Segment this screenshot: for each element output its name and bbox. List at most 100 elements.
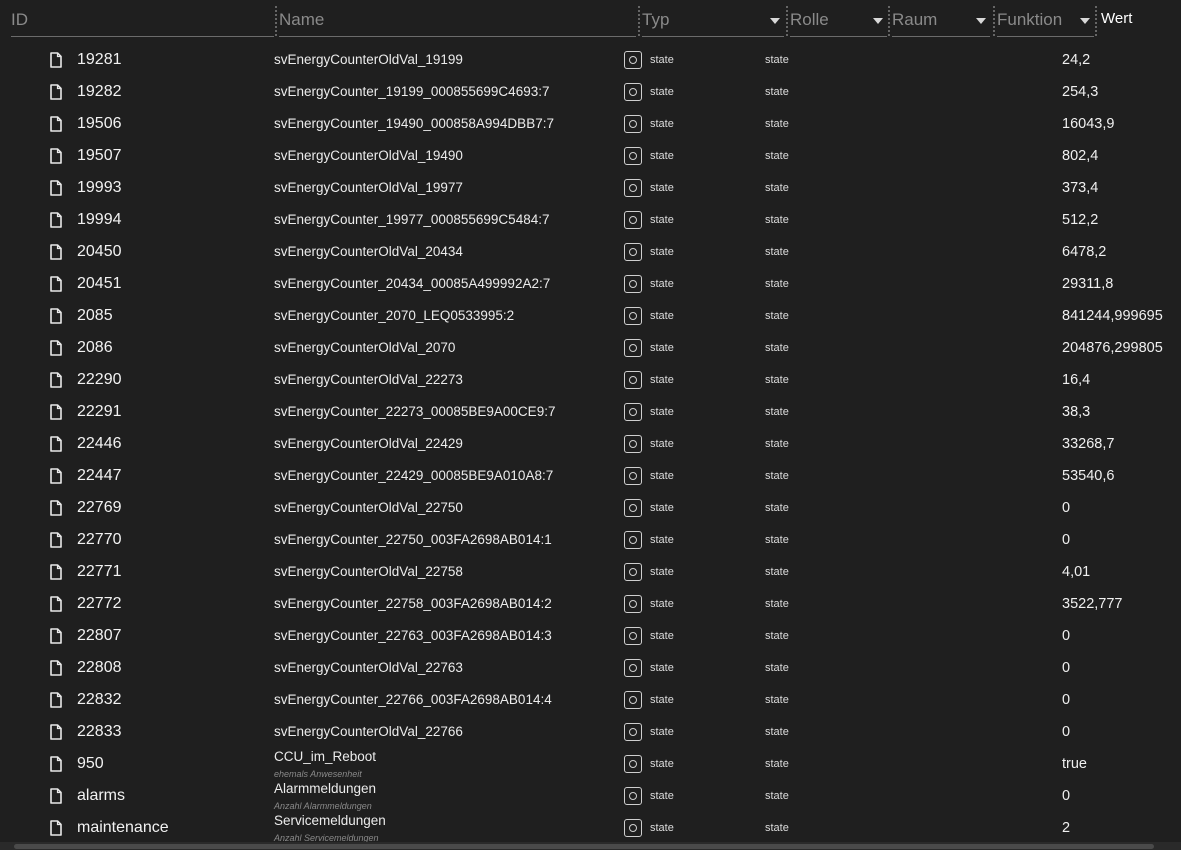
role-filter-select[interactable] [790, 6, 867, 34]
object-role: state [765, 54, 789, 66]
object-id: 22770 [77, 531, 122, 548]
object-name: svEnergyCounter_22273_00085BE9A00CE9:7 [274, 404, 556, 419]
file-icon [50, 564, 62, 580]
object-name: svEnergyCounter_22429_00085BE9A010A8:7 [274, 468, 554, 483]
name-filter-column [275, 6, 636, 37]
object-role: state [765, 534, 789, 546]
object-value[interactable]: 841244,999695 [1062, 308, 1163, 324]
table-row[interactable]: 22832 svEnergyCounter_22766_003FA2698AB01… [0, 684, 1181, 716]
object-value[interactable]: 2 [1062, 820, 1070, 836]
chevron-down-icon[interactable] [976, 18, 986, 24]
object-type: state [650, 54, 674, 66]
file-icon [50, 308, 62, 324]
column-resize-handle[interactable] [1095, 6, 1099, 36]
state-type-icon [624, 563, 642, 581]
file-icon [50, 404, 62, 420]
table-row[interactable]: 19506 svEnergyCounter_19490_000858A994DBB… [0, 108, 1181, 140]
chevron-down-icon[interactable] [873, 18, 883, 24]
table-row[interactable]: 22290 svEnergyCounterOldVal_22273 state sta… [0, 364, 1181, 396]
table-row[interactable]: 22808 svEnergyCounterOldVal_22763 state sta… [0, 652, 1181, 684]
object-value[interactable]: 53540,6 [1062, 468, 1114, 484]
table-row[interactable]: 22447 svEnergyCounter_22429_00085BE9A010A… [0, 460, 1181, 492]
table-row[interactable]: 22771 svEnergyCounterOldVal_22758 state sta… [0, 556, 1181, 588]
object-type: state [650, 374, 674, 386]
table-row[interactable]: 22807 svEnergyCounter_22763_003FA2698AB01… [0, 620, 1181, 652]
scrollbar-thumb[interactable] [14, 844, 1154, 849]
object-type: state [650, 118, 674, 130]
object-value[interactable]: true [1062, 756, 1087, 772]
object-value[interactable]: 29311,8 [1062, 276, 1113, 292]
object-description: ehemals Anwesenheit [274, 769, 362, 779]
object-name: svEnergyCounter_22750_003FA2698AB014:1 [274, 532, 552, 547]
table-row[interactable]: 20451 svEnergyCounter_20434_00085A499992A… [0, 268, 1181, 300]
object-value[interactable]: 0 [1062, 500, 1070, 516]
table-row[interactable]: 950 CCU_im_Reboot ehemals Anwesenheit state… [0, 748, 1181, 780]
object-type: state [650, 310, 674, 322]
object-type: state [650, 534, 674, 546]
object-value[interactable]: 204876,299805 [1062, 340, 1163, 356]
table-row[interactable]: 19993 svEnergyCounterOldVal_19977 state sta… [0, 172, 1181, 204]
table-row[interactable]: 22446 svEnergyCounterOldVal_22429 state sta… [0, 428, 1181, 460]
object-name: svEnergyCounterOldVal_19977 [274, 180, 463, 195]
object-value[interactable]: 0 [1062, 628, 1070, 644]
table-row[interactable]: 22833 svEnergyCounterOldVal_22766 state sta… [0, 716, 1181, 748]
table-row[interactable]: 22769 svEnergyCounterOldVal_22750 state sta… [0, 492, 1181, 524]
object-value[interactable]: 373,4 [1062, 180, 1098, 196]
table-row[interactable]: alarms Alarmmeldungen Anzahl Alarmmeldunge… [0, 780, 1181, 812]
object-value[interactable]: 16,4 [1062, 372, 1090, 388]
table-row[interactable]: 19282 svEnergyCounter_19199_000855699C469… [0, 76, 1181, 108]
object-value[interactable]: 24,2 [1062, 52, 1090, 68]
object-name: svEnergyCounter_22766_003FA2698AB014:4 [274, 692, 552, 707]
object-value[interactable]: 802,4 [1062, 148, 1098, 164]
object-description: Anzahl Alarmmeldungen [274, 801, 372, 811]
file-icon [50, 692, 62, 708]
table-row[interactable]: 22772 svEnergyCounter_22758_003FA2698AB01… [0, 588, 1181, 620]
state-type-icon [624, 83, 642, 101]
object-value[interactable]: 33268,7 [1062, 436, 1114, 452]
table-row[interactable]: 20450 svEnergyCounterOldVal_20434 state sta… [0, 236, 1181, 268]
object-role: state [765, 278, 789, 290]
table-row[interactable]: 19507 svEnergyCounterOldVal_19490 state sta… [0, 140, 1181, 172]
object-name: svEnergyCounterOldVal_19199 [274, 52, 463, 67]
object-value[interactable]: 0 [1062, 660, 1070, 676]
type-filter-select[interactable] [642, 6, 764, 34]
id-filter-input[interactable] [11, 6, 270, 34]
state-type-icon [624, 211, 642, 229]
horizontal-scrollbar[interactable] [0, 842, 1181, 850]
object-value[interactable]: 0 [1062, 532, 1070, 548]
table-row[interactable]: 19994 svEnergyCounter_19977_000855699C548… [0, 204, 1181, 236]
table-row[interactable]: 22770 svEnergyCounter_22750_003FA2698AB01… [0, 524, 1181, 556]
table-row[interactable]: 19281 svEnergyCounterOldVal_19199 state sta… [0, 44, 1181, 76]
object-type: state [650, 278, 674, 290]
state-type-icon [624, 819, 642, 837]
object-value[interactable]: 3522,777 [1062, 596, 1122, 612]
object-value[interactable]: 254,3 [1062, 84, 1098, 100]
table-row[interactable]: 22291 svEnergyCounter_22273_00085BE9A00CE… [0, 396, 1181, 428]
state-type-icon [624, 275, 642, 293]
object-value[interactable]: 512,2 [1062, 212, 1098, 228]
table-row[interactable]: maintenance Servicemeldungen Anzahl Servic… [0, 812, 1181, 844]
object-value[interactable]: 0 [1062, 788, 1070, 804]
function-filter-select[interactable] [997, 6, 1074, 34]
object-value[interactable]: 0 [1062, 692, 1070, 708]
object-value[interactable]: 0 [1062, 724, 1070, 740]
object-value[interactable]: 6478,2 [1062, 244, 1106, 260]
state-type-icon [624, 531, 642, 549]
chevron-down-icon[interactable] [1080, 18, 1090, 24]
file-icon [50, 372, 62, 388]
object-name: svEnergyCounterOldVal_22766 [274, 724, 463, 739]
object-value[interactable]: 38,3 [1062, 404, 1090, 420]
state-type-icon [624, 403, 642, 421]
state-type-icon [624, 371, 642, 389]
file-icon [50, 532, 62, 548]
table-row[interactable]: 2085 svEnergyCounter_2070_LEQ0533995:2 sta… [0, 300, 1181, 332]
state-type-icon [624, 595, 642, 613]
chevron-down-icon[interactable] [770, 18, 780, 24]
table-row[interactable]: 2086 svEnergyCounterOldVal_2070 state state… [0, 332, 1181, 364]
room-filter-select[interactable] [892, 6, 970, 34]
file-icon [50, 180, 62, 196]
object-value[interactable]: 4,01 [1062, 564, 1090, 580]
state-type-icon [624, 467, 642, 485]
object-value[interactable]: 16043,9 [1062, 116, 1114, 132]
name-filter-input[interactable] [279, 6, 632, 34]
